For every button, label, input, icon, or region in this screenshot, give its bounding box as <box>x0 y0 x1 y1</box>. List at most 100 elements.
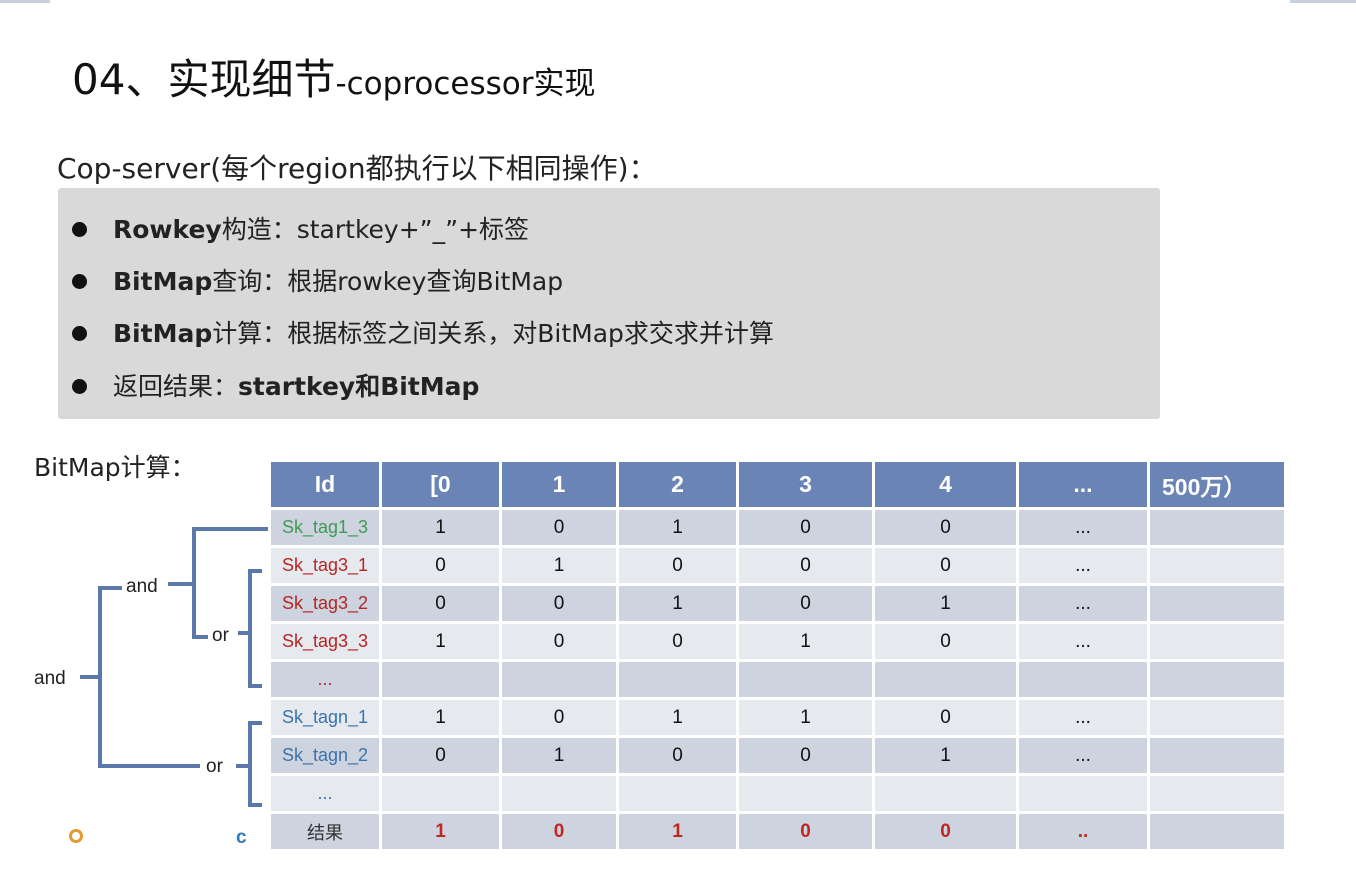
table-cell <box>382 776 499 811</box>
table-row: Sk_tagn_2 0 1 0 0 1 ... <box>271 738 1284 773</box>
table-cell <box>1150 700 1284 735</box>
row-label: Sk_tag3_3 <box>271 624 379 659</box>
title-sub: -coprocessor实现 <box>335 66 596 102</box>
table-cell: 0 <box>875 624 1016 659</box>
table-cell: 0 <box>382 738 499 773</box>
table-cell <box>1019 776 1147 811</box>
table-cell: 0 <box>502 700 616 735</box>
table-cell: ... <box>1019 548 1147 583</box>
table-cell <box>875 662 1016 697</box>
table-row: Sk_tag3_1 0 1 0 0 0 ... <box>271 548 1284 583</box>
table-cell: 1 <box>875 738 1016 773</box>
column-header: ... <box>1019 462 1147 507</box>
table-cell: 0 <box>619 624 736 659</box>
and-node-inner: and <box>126 576 158 597</box>
column-header: Id <box>271 462 379 507</box>
table-cell: 0 <box>739 548 872 583</box>
column-header: 3 <box>739 462 872 507</box>
table-cell <box>1150 776 1284 811</box>
table-cell: 0 <box>619 738 736 773</box>
table-cell: 1 <box>382 624 499 659</box>
table-cell <box>875 776 1016 811</box>
table-cell: 1 <box>382 814 499 849</box>
table-row: Sk_tag1_3 1 0 1 0 0 ... <box>271 510 1284 545</box>
table-cell <box>1150 814 1284 849</box>
table-cell: 0 <box>739 814 872 849</box>
row-label: Sk_tag1_3 <box>271 510 379 545</box>
table-cell: 1 <box>382 510 499 545</box>
and-node-outer: and <box>34 668 66 689</box>
table-cell: .. <box>1019 814 1147 849</box>
table-cell: 1 <box>502 738 616 773</box>
table-cell: 0 <box>875 700 1016 735</box>
table-cell: 0 <box>382 586 499 621</box>
table-cell: 0 <box>875 510 1016 545</box>
table-row: Sk_tag3_2 0 0 1 0 1 ... <box>271 586 1284 621</box>
table-cell: 0 <box>739 738 872 773</box>
table-cell <box>1150 586 1284 621</box>
top-decoration-right <box>1290 0 1356 3</box>
connector-line <box>192 586 208 639</box>
row-label: Sk_tag3_1 <box>271 548 379 583</box>
table-cell: 0 <box>502 510 616 545</box>
table-cell: 0 <box>502 586 616 621</box>
table-cell: 0 <box>739 510 872 545</box>
column-header: 4 <box>875 462 1016 507</box>
table-cell <box>1150 662 1284 697</box>
table-cell: ... <box>1019 510 1147 545</box>
table-cell: ... <box>1019 738 1147 773</box>
table-cell: 0 <box>619 548 736 583</box>
table-cell <box>502 776 616 811</box>
table-cell: 0 <box>739 586 872 621</box>
column-header: [0 <box>382 462 499 507</box>
table-cell: 1 <box>619 510 736 545</box>
connector-line <box>248 721 262 807</box>
table-cell <box>1150 624 1284 659</box>
table-cell: 1 <box>739 624 872 659</box>
table-cell: 1 <box>739 700 872 735</box>
result-row: 结果 1 0 1 0 0 .. <box>271 814 1284 849</box>
table-cell: 1 <box>619 586 736 621</box>
table-cell: ... <box>1019 586 1147 621</box>
table-cell <box>1150 738 1284 773</box>
or-node-upper: or <box>212 625 229 646</box>
table-cell: 1 <box>619 814 736 849</box>
table-cell: 0 <box>875 814 1016 849</box>
row-label: Sk_tagn_2 <box>271 738 379 773</box>
table-cell <box>502 662 616 697</box>
table-cell: 1 <box>502 548 616 583</box>
table-row: Sk_tag3_3 1 0 0 1 0 ... <box>271 624 1284 659</box>
table-cell: 0 <box>502 814 616 849</box>
or-node-lower: or <box>206 756 223 777</box>
column-header: 1 <box>502 462 616 507</box>
table-cell <box>1150 548 1284 583</box>
table-cell <box>1150 510 1284 545</box>
table-header-row: Id [0 1 2 3 4 ... 500万） <box>271 462 1284 507</box>
table-cell: 0 <box>875 548 1016 583</box>
table-row: Sk_tagn_1 1 0 1 1 0 ... <box>271 700 1284 735</box>
table-cell <box>382 662 499 697</box>
table-cell <box>619 662 736 697</box>
table-cell <box>739 662 872 697</box>
connector-line <box>192 527 268 586</box>
row-label: 结果 <box>271 814 379 849</box>
column-header: 500万） <box>1150 462 1284 507</box>
table-cell: 0 <box>502 624 616 659</box>
column-header: 2 <box>619 462 736 507</box>
table-cell: 1 <box>382 700 499 735</box>
table-row: ... <box>271 776 1284 811</box>
table-cell <box>1019 662 1147 697</box>
circle-marker-icon <box>69 829 83 843</box>
row-label: Sk_tag3_2 <box>271 586 379 621</box>
row-label: Sk_tagn_1 <box>271 700 379 735</box>
table-cell: ... <box>1019 624 1147 659</box>
connector-line <box>98 586 200 768</box>
table-cell: 1 <box>875 586 1016 621</box>
table-cell: 0 <box>382 548 499 583</box>
table-row: ... <box>271 662 1284 697</box>
row-label: ... <box>271 776 379 811</box>
connector-line <box>248 569 262 688</box>
c-marker: c <box>236 827 247 848</box>
table-cell: 1 <box>619 700 736 735</box>
table-cell: ... <box>1019 700 1147 735</box>
